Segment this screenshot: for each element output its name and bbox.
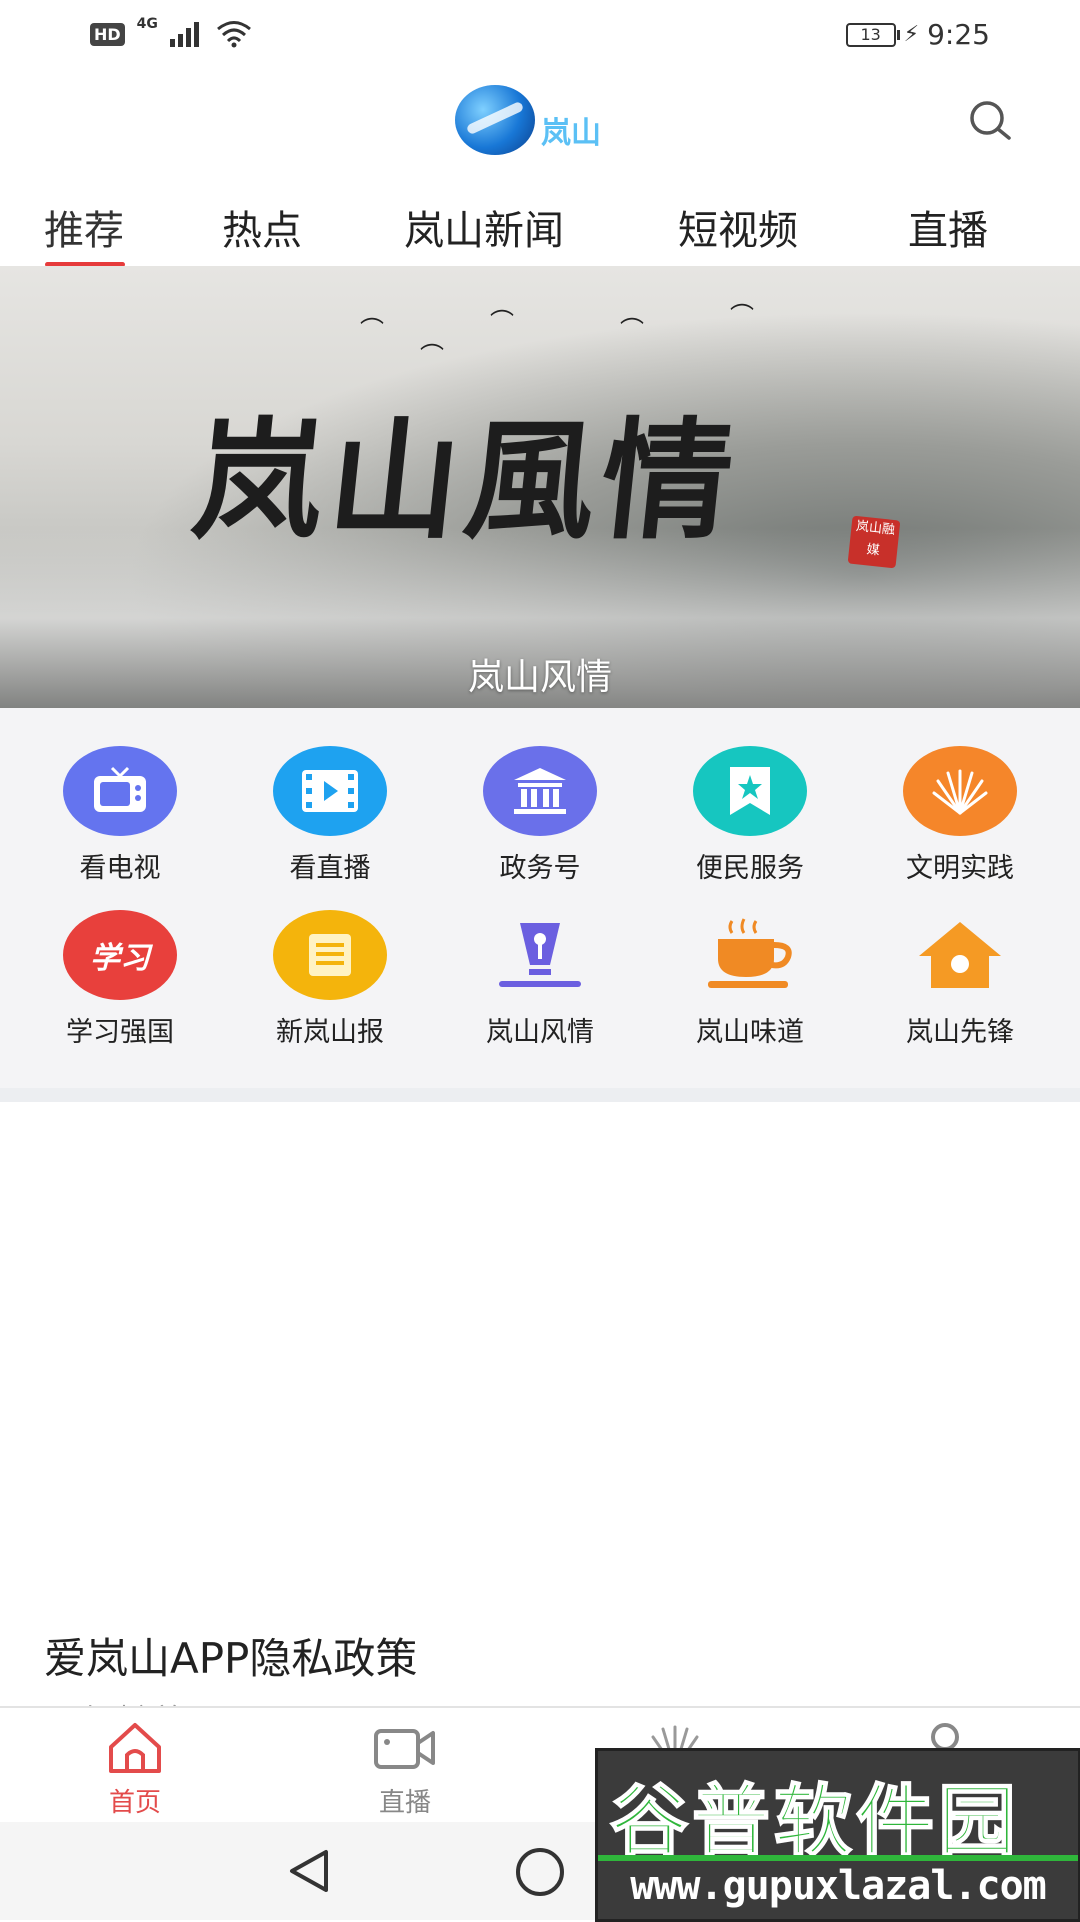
grid-label: 岚山味道	[696, 1017, 804, 1048]
tab-short-video[interactable]: 短视频	[678, 198, 798, 256]
category-tabs: 推荐 热点 岚山新闻 短视频 直播	[0, 180, 1080, 266]
home-circle-icon[interactable]	[512, 1844, 568, 1900]
tab-hot[interactable]: 热点	[222, 198, 302, 256]
grid-item-convenience[interactable]: 便民服务	[650, 746, 850, 885]
status-bar: HD 4G 13 ⚡ 9:25	[0, 0, 1080, 70]
star-bookmark-icon	[693, 746, 807, 836]
article-title: 爱岚山APP隐私政策	[44, 1634, 418, 1683]
battery-icon: 13	[845, 22, 900, 47]
xuexi-icon: 学习	[63, 910, 177, 1000]
red-seal-stamp: 岚山融媒	[847, 515, 901, 569]
film-icon	[273, 746, 387, 836]
tab-live[interactable]: 直播	[908, 198, 988, 256]
newspaper-icon	[273, 910, 387, 1000]
pen-nib-icon	[483, 910, 597, 1000]
grid-item-civilization[interactable]: 文明实践	[860, 746, 1060, 885]
tab-lanshan-news[interactable]: 岚山新闻	[404, 198, 564, 256]
grid-item-xuexi[interactable]: 学习 学习强国	[20, 910, 220, 1049]
network-type: 4G	[136, 16, 158, 32]
bird-icon: ⌒	[490, 308, 514, 336]
nav-home[interactable]: 首页	[50, 1718, 220, 1819]
app-logo: 岚山	[455, 80, 635, 160]
clock: 9:25	[927, 18, 990, 51]
grid-item-watch-tv[interactable]: 看电视	[20, 746, 220, 885]
government-building-icon	[483, 746, 597, 836]
charging-icon: ⚡	[903, 22, 920, 47]
grid-label: 学习强国	[66, 1017, 174, 1048]
search-icon[interactable]	[967, 98, 1015, 146]
logo-text: 岚山	[541, 116, 601, 151]
grid-item-pioneer[interactable]: 岚山先锋	[860, 910, 1060, 1049]
grid-label: 便民服务	[696, 853, 804, 884]
service-grid: 看电视 看直播 政务号 便民服务 文明实践 学习 学习强国 新岚山报 岚山风情 …	[0, 708, 1080, 1088]
grid-label: 看直播	[289, 853, 371, 884]
grid-label: 岚山风情	[486, 1017, 594, 1048]
watermark-logo: 谷普软件园 www.gupuxlazal.com	[595, 1748, 1080, 1922]
grid-label: 看电视	[79, 853, 161, 884]
grid-item-lanshan-scenery[interactable]: 岚山风情	[440, 910, 640, 1049]
coffee-cup-icon	[693, 910, 807, 1000]
bird-icon: ⌒	[420, 342, 444, 370]
watermark-url: www.gupuxlazal.com	[630, 1863, 1046, 1909]
grid-label: 新岚山报	[276, 1017, 384, 1048]
section-divider	[0, 1088, 1080, 1102]
bird-icon: ⌒	[360, 316, 384, 344]
status-right: 13 ⚡ 9:25	[845, 18, 990, 51]
watermark-bar	[598, 1855, 1078, 1861]
bird-icon: ⌒	[620, 316, 644, 344]
hands-icon	[903, 746, 1017, 836]
nav-label: 直播	[378, 1788, 431, 1818]
grid-label: 文明实践	[906, 853, 1014, 884]
grid-item-gov-account[interactable]: 政务号	[440, 746, 640, 885]
status-left: HD 4G	[90, 16, 252, 48]
grid-label: 政务号	[499, 853, 581, 884]
wifi-icon	[216, 21, 251, 48]
tv-icon	[63, 746, 177, 836]
nav-label: 首页	[108, 1788, 161, 1818]
bird-icon: ⌒	[730, 302, 754, 330]
grid-item-newspaper[interactable]: 新岚山报	[230, 910, 430, 1049]
banner-calligraphy: 岚山風情	[185, 404, 746, 557]
home-icon	[50, 1718, 220, 1778]
video-camera-icon	[320, 1718, 490, 1778]
home-icon	[903, 910, 1017, 1000]
grid-label: 岚山先锋	[906, 1017, 1014, 1048]
tab-recommend[interactable]: 推荐	[44, 198, 124, 256]
banner-carousel[interactable]: ⌒ ⌒ ⌒ ⌒ ⌒ 岚山風情 岚山融媒 岚山风情	[0, 266, 1080, 708]
globe-logo-icon	[455, 85, 535, 155]
grid-item-taste[interactable]: 岚山味道	[650, 910, 850, 1049]
signal-icon	[169, 22, 199, 47]
banner-caption: 岚山风情	[467, 657, 612, 698]
nav-live[interactable]: 直播	[320, 1718, 490, 1819]
grid-item-watch-live[interactable]: 看直播	[230, 746, 430, 885]
app-header: 岚山	[0, 70, 1080, 180]
back-icon[interactable]	[282, 1844, 336, 1898]
hd-badge: HD	[90, 22, 125, 46]
